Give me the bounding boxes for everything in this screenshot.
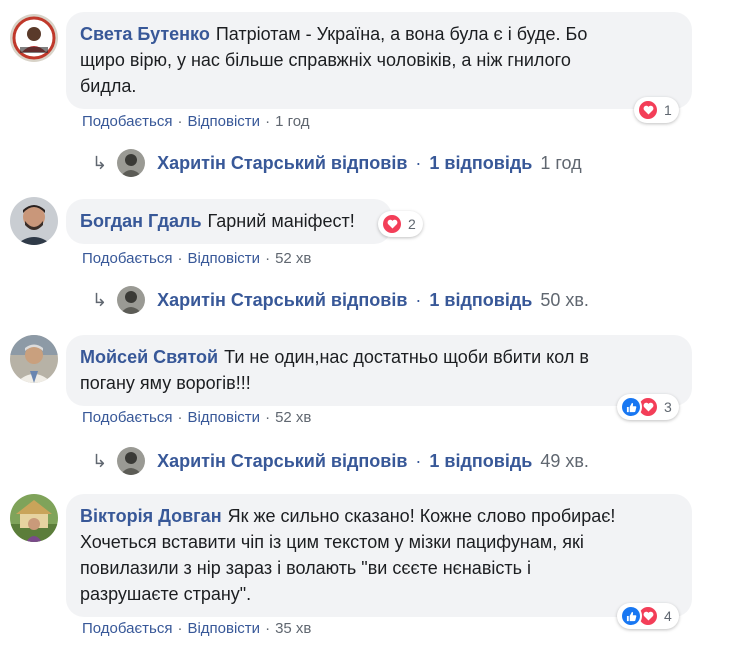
reply-author-label: Харитін Старський відповів: [157, 450, 408, 471]
separator: ·: [265, 409, 271, 426]
reply-count: 1 відповідь: [429, 152, 533, 173]
timestamp[interactable]: 35 хв: [275, 620, 311, 637]
separator: ·: [415, 289, 422, 310]
comment-author[interactable]: Мойсей Святой: [80, 347, 218, 367]
timestamp[interactable]: 52 хв: [275, 250, 311, 267]
view-replies-link[interactable]: ↳ Харитін Старський відповів · 1 відповідь…: [92, 149, 582, 177]
reply-link[interactable]: Відповісти: [187, 409, 260, 426]
reply-arrow-icon: ↳: [92, 289, 108, 310]
reactions-summary[interactable]: 1: [634, 97, 679, 123]
reply-time: 50 хв.: [540, 289, 589, 310]
reaction-count: 1: [664, 102, 672, 118]
comment-bubble: Богдан Гдаль Гарний маніфест!: [66, 199, 392, 244]
like-reaction-icon: [620, 396, 642, 418]
like-link[interactable]: Подобається: [82, 113, 172, 130]
separator: ·: [265, 620, 271, 637]
love-reaction-icon: [381, 213, 403, 235]
view-replies-link[interactable]: ↳ Харитін Старський відповів · 1 відповідь…: [92, 447, 589, 475]
avatar[interactable]: [10, 197, 58, 245]
like-link[interactable]: Подобається: [82, 409, 172, 426]
comment-text: Ти не один,нас достатньо щоби вбити кол …: [224, 347, 589, 367]
reply-author-label: Харитін Старський відповів: [157, 289, 408, 310]
reactions-summary[interactable]: 3: [617, 394, 679, 420]
reply-avatar: [117, 447, 146, 475]
comment-actions: Подобається · Відповісти · 52 хв: [82, 250, 311, 267]
separator: ·: [177, 409, 183, 426]
comment-actions: Подобається · Відповісти · 35 хв: [82, 620, 311, 637]
comment-text: щиро вірю, у нас більше справжніх чолові…: [80, 50, 571, 70]
separator: ·: [415, 152, 422, 173]
reply-avatar: [117, 286, 146, 314]
like-link[interactable]: Подобається: [82, 250, 172, 267]
separator: ·: [265, 250, 271, 267]
comment-actions: Подобається · Відповісти · 52 хв: [82, 409, 311, 426]
comment-text: бидла.: [80, 76, 137, 96]
reactions-summary[interactable]: 4: [617, 603, 679, 629]
reply-arrow-icon: ↳: [92, 152, 108, 173]
like-link[interactable]: Подобається: [82, 620, 172, 637]
reply-time: 49 хв.: [540, 450, 589, 471]
like-reaction-icon: [620, 605, 642, 627]
avatar[interactable]: [10, 494, 58, 542]
comment-bubble: Света Бутенко Патріотам - Україна, а вона…: [66, 12, 692, 109]
reply-link[interactable]: Відповісти: [187, 113, 260, 130]
comment-bubble: Вікторія Довган Як же сильно сказано! Кож…: [66, 494, 692, 617]
reply-author-label: Харитін Старський відповів: [157, 152, 408, 173]
separator: ·: [177, 250, 183, 267]
avatar[interactable]: [10, 335, 58, 383]
comment-author[interactable]: Вікторія Довган: [80, 506, 222, 526]
reply-count: 1 відповідь: [429, 450, 533, 471]
reply-link[interactable]: Відповісти: [187, 620, 260, 637]
comment-text: погану яму ворогів!!!: [80, 373, 251, 393]
comment-text: Як же сильно сказано! Кожне слово пробир…: [227, 506, 616, 526]
separator: ·: [415, 450, 422, 471]
reply-avatar: [117, 149, 146, 177]
separator: ·: [177, 113, 183, 130]
view-replies-link[interactable]: ↳ Харитін Старський відповів · 1 відповідь…: [92, 286, 589, 314]
comment-text: Патріотам - Україна, а вона була є і буд…: [215, 24, 588, 44]
comment-author[interactable]: Богдан Гдаль: [80, 211, 202, 231]
comment-text: Гарний маніфест!: [207, 211, 355, 231]
reaction-count: 2: [408, 216, 416, 232]
comment-text: Хочеться вставити чіп із цим текстом у м…: [80, 532, 584, 552]
reply-time: 1 год: [540, 152, 582, 173]
reply-link[interactable]: Відповісти: [187, 250, 260, 267]
reaction-count: 4: [664, 608, 672, 624]
reply-count: 1 відповідь: [429, 289, 533, 310]
timestamp[interactable]: 1 год: [275, 113, 309, 130]
separator: ·: [177, 620, 183, 637]
comment-text: повилазили з нір зараз і волають "ви сєє…: [80, 558, 532, 578]
reply-arrow-icon: ↳: [92, 450, 108, 471]
comment-author[interactable]: Света Бутенко: [80, 24, 210, 44]
separator: ·: [265, 113, 271, 130]
reactions-summary[interactable]: 2: [378, 211, 423, 237]
comment-bubble: Мойсей Святой Ти не один,нас достатньо що…: [66, 335, 692, 406]
timestamp[interactable]: 52 хв: [275, 409, 311, 426]
reaction-count: 3: [664, 399, 672, 415]
love-reaction-icon: [637, 99, 659, 121]
comment-actions: Подобається · Відповісти · 1 год: [82, 113, 309, 130]
avatar[interactable]: [10, 14, 58, 62]
comment-text: разрушаєте страну".: [80, 584, 252, 604]
